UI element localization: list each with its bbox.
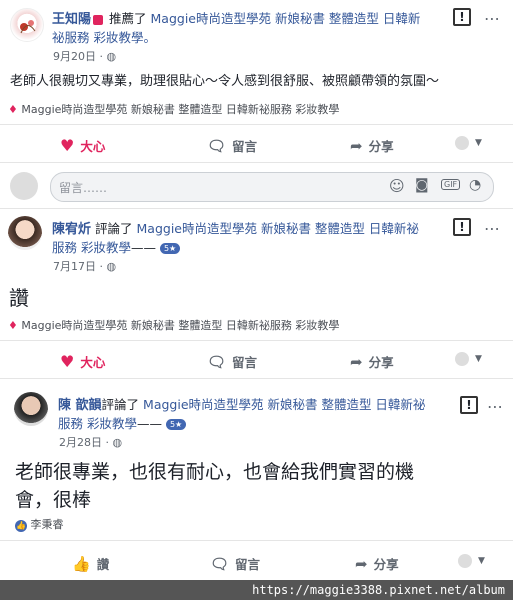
love-button[interactable]: ♥ 大心	[60, 136, 105, 155]
post-body: 讚	[9, 286, 29, 310]
feedback-icon[interactable]: !	[460, 396, 478, 414]
share-button[interactable]: ➦ 分享	[355, 554, 399, 573]
globe-icon: ◍	[112, 436, 123, 449]
love-button[interactable]: ♥ 大心	[60, 352, 105, 371]
pin-icon: ♦	[8, 319, 18, 332]
author-name[interactable]: 陳 歆韻	[58, 398, 102, 413]
avatar-small-icon	[455, 136, 469, 150]
post-header: 陳 歆韻評論了 Maggie時尚造型學苑 新娘秘書 整體造型 日韓新祕 服務 彩…	[58, 397, 426, 431]
comment-icon: 🗨	[207, 136, 227, 155]
comment-button[interactable]: 🗨 留言	[207, 136, 257, 155]
thumbs-up-icon: 👍	[72, 554, 91, 573]
comment-placeholder: 留言……	[59, 181, 108, 195]
heart-icon: ♥	[60, 136, 75, 155]
avatar[interactable]	[10, 8, 44, 42]
watermark-url: https://maggie3388.pixnet.net/album	[0, 580, 513, 600]
post-header: 王知陽 推薦了 Maggie時尚造型學苑 新娘秘書 整體造型 日韓新 祕服務 彩…	[52, 10, 452, 47]
audience-selector[interactable]: ▼	[455, 352, 482, 366]
action-text: 評論了	[101, 397, 140, 412]
caret-down-icon: ▼	[478, 556, 485, 566]
more-options-icon[interactable]: ⋯	[484, 8, 500, 28]
avatar[interactable]	[8, 216, 42, 250]
more-options-icon[interactable]: ⋯	[487, 396, 503, 416]
feedback-icon[interactable]: !	[453, 8, 471, 26]
post-body: 老師人很親切又專業，助理很貼心～令人感到很舒服、被照顧帶領的氛圍～	[10, 74, 440, 89]
share-button[interactable]: ➦ 分享	[350, 352, 394, 371]
post-header: 陳宥炘 評論了 Maggie時尚造型學苑 新娘秘書 整體造型 日韓新祕 服務 彩…	[52, 221, 419, 255]
page-link[interactable]: Maggie時尚造型學苑 新娘秘書 整體造型 日韓新祕	[137, 221, 419, 236]
globe-icon: ◍	[106, 260, 117, 273]
caret-down-icon: ▼	[475, 354, 482, 364]
action-text: 評論了	[95, 221, 133, 236]
emoji-icon[interactable]: ☺	[389, 177, 405, 195]
feedback-icon[interactable]: !	[453, 218, 471, 236]
share-button[interactable]: ➦ 分享	[350, 136, 394, 155]
rating-badge: 5★	[159, 243, 181, 254]
page-link[interactable]: Maggie時尚造型學苑 新娘秘書 整體造型 日韓新	[151, 11, 421, 26]
author-name[interactable]: 陳宥炘	[52, 222, 91, 237]
author-name[interactable]: 王知陽	[52, 12, 91, 27]
post-date[interactable]: 2月28日 · ◍	[59, 434, 122, 450]
page-tag[interactable]: ♦ Maggie時尚造型學苑 新娘秘書 整體造型 日韓新祕服務 彩妝教學	[8, 101, 339, 117]
more-options-icon[interactable]: ⋯	[484, 218, 500, 238]
comment-button[interactable]: 🗨 留言	[210, 554, 260, 573]
action-text: 推薦了	[109, 11, 147, 26]
rating-badge: 5★	[165, 419, 187, 430]
likes-summary[interactable]: 👍 李秉睿	[15, 516, 64, 532]
caret-down-icon: ▼	[475, 138, 482, 148]
page-link-cont[interactable]: 服務 彩妝教學	[58, 416, 137, 431]
comment-input[interactable]: 留言…… ☺ ◙ GIF ◔	[50, 172, 494, 202]
camera-icon[interactable]: ◙	[415, 177, 429, 193]
sticker-icon[interactable]: ◔	[469, 177, 481, 193]
gif-icon[interactable]: GIF	[441, 179, 461, 190]
comment-icon: 🗨	[210, 554, 230, 573]
post-body: 老師很專業，也很有耐心，也會給我們實習的機 會，很棒	[15, 461, 415, 511]
page-link[interactable]: Maggie時尚造型學苑 新娘秘書 整體造型 日韓新祕	[143, 397, 425, 412]
heart-icon: ♥	[60, 352, 75, 371]
avatar-small-icon	[458, 554, 472, 568]
avatar-small-icon	[455, 352, 469, 366]
heart-badge-icon	[93, 14, 104, 25]
commenter-avatar	[10, 172, 38, 200]
comment-icon: 🗨	[207, 352, 227, 371]
post-date[interactable]: 7月17日 · ◍	[53, 258, 116, 274]
page-tag[interactable]: ♦ Maggie時尚造型學苑 新娘秘書 整體造型 日韓新祕服務 彩妝教學	[8, 317, 339, 333]
page-link-cont[interactable]: 祕服務 彩妝教學。	[52, 30, 156, 45]
page-link-cont[interactable]: 服務 彩妝教學	[52, 240, 131, 255]
share-icon: ➦	[355, 554, 368, 573]
like-count-icon: 👍	[15, 520, 27, 532]
like-button[interactable]: 👍 讚	[72, 554, 109, 573]
post-date[interactable]: 9月20日 · ◍	[53, 48, 116, 64]
avatar[interactable]	[14, 392, 48, 426]
pin-icon: ♦	[8, 103, 18, 116]
flower-avatar-icon	[20, 20, 36, 34]
share-icon: ➦	[350, 136, 363, 155]
share-icon: ➦	[350, 352, 363, 371]
comment-button[interactable]: 🗨 留言	[207, 352, 257, 371]
audience-selector[interactable]: ▼	[455, 136, 482, 150]
globe-icon: ◍	[106, 50, 117, 63]
audience-selector[interactable]: ▼	[458, 554, 485, 568]
